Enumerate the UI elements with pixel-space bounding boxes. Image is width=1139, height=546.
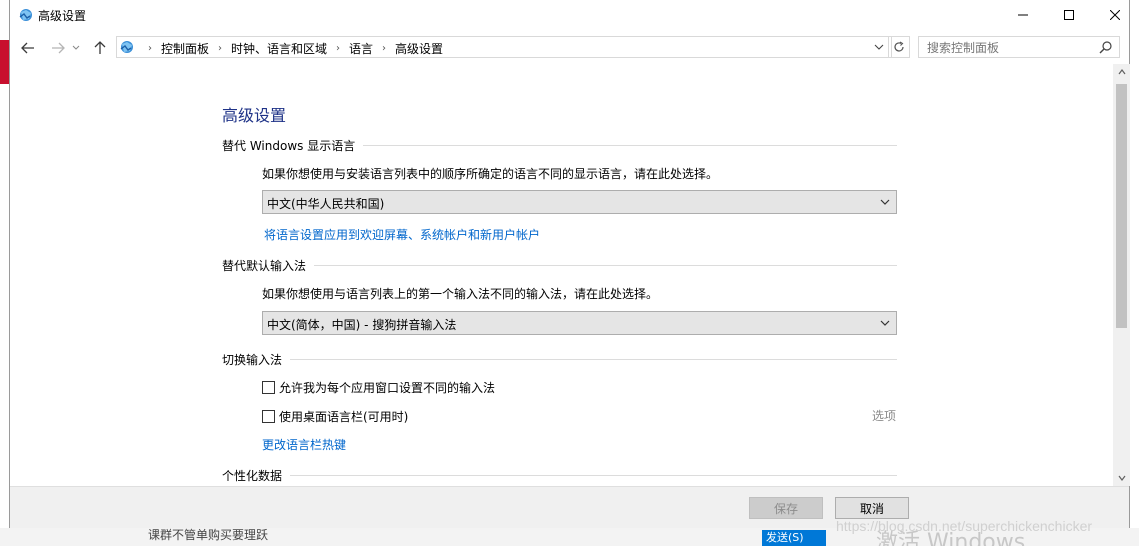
content-area: 高级设置 替代 Windows 显示语言 如果你想使用与安装语言列表中的顺序所确… <box>10 64 1112 486</box>
dropdown-value: 中文(中华人民共和国) <box>267 197 385 211</box>
display-language-dropdown[interactable]: 中文(中华人民共和国) <box>262 190 897 214</box>
section-personalization: 个性化数据 <box>222 467 897 484</box>
breadcrumb-language[interactable]: 语言 <box>349 40 373 57</box>
breadcrumb-advanced-settings[interactable]: 高级设置 <box>395 40 443 57</box>
checkbox-label[interactable]: 使用桌面语言栏(可用时) <box>279 408 408 425</box>
section-display-language: 替代 Windows 显示语言 <box>222 137 897 154</box>
display-language-description: 如果你想使用与安装语言列表中的顺序所确定的语言不同的显示语言，请在此处选择。 <box>262 167 719 181</box>
chevron-down-icon <box>880 196 890 210</box>
section-input-method: 替代默认输入法 <box>222 257 897 274</box>
input-method-dropdown[interactable]: 中文(简体，中国) - 搜狗拼音输入法 <box>262 311 897 335</box>
per-app-input-checkbox[interactable] <box>262 381 275 394</box>
input-method-description: 如果你想使用与语言列表上的第一个输入法不同的输入法，请在此处选择。 <box>262 287 659 301</box>
recent-locations-chevron-icon[interactable] <box>70 38 82 58</box>
section-heading: 替代 Windows 显示语言 <box>222 139 356 153</box>
apply-language-settings-link[interactable]: 将语言设置应用到欢迎屏幕、系统帐户和新用户帐户 <box>264 226 540 243</box>
breadcrumb-separator-icon[interactable]: › <box>382 43 386 54</box>
minimize-button[interactable] <box>1000 0 1046 30</box>
section-switch-input: 切换输入法 <box>222 351 897 368</box>
maximize-button[interactable] <box>1046 0 1092 30</box>
navigation-bar: › 控制面板 › 时钟、语言和区域 › 语言 › 高级设置 <box>10 30 1129 64</box>
control-panel-icon <box>119 39 135 58</box>
language-bar-checkbox-row[interactable]: 使用桌面语言栏(可用时) <box>262 408 408 425</box>
background-app-accent <box>0 40 9 84</box>
section-heading: 切换输入法 <box>222 353 283 367</box>
address-bar[interactable]: › 控制面板 › 时钟、语言和区域 › 语言 › 高级设置 <box>116 36 892 58</box>
scroll-up-arrow-icon[interactable] <box>1113 64 1130 80</box>
section-divider <box>363 145 897 146</box>
up-arrow-icon[interactable] <box>90 38 110 58</box>
save-button[interactable]: 保存 <box>749 497 823 519</box>
background-send-button[interactable]: 发送(S) <box>762 530 826 546</box>
change-hotkeys-link[interactable]: 更改语言栏热键 <box>262 436 346 453</box>
section-divider <box>290 475 897 476</box>
address-dropdown-chevron-icon[interactable] <box>873 40 887 54</box>
section-heading: 个性化数据 <box>222 469 283 483</box>
section-heading: 替代默认输入法 <box>222 259 307 273</box>
cancel-button[interactable]: 取消 <box>835 497 909 519</box>
breadcrumb-separator-icon[interactable]: › <box>218 43 222 54</box>
section-divider <box>290 359 897 360</box>
scrollbar-thumb[interactable] <box>1116 84 1127 328</box>
search-input[interactable] <box>919 37 1104 59</box>
checkbox-label[interactable]: 允许我为每个应用窗口设置不同的输入法 <box>279 379 495 396</box>
search-icon[interactable] <box>1099 40 1113 57</box>
forward-arrow-icon[interactable] <box>48 38 68 58</box>
breadcrumb-separator-icon[interactable]: › <box>148 43 152 54</box>
chevron-down-icon <box>880 317 890 331</box>
language-bar-options-link[interactable]: 选项 <box>872 407 896 424</box>
breadcrumb-control-panel[interactable]: 控制面板 <box>161 40 209 57</box>
window-title: 高级设置 <box>38 9 87 23</box>
per-app-input-checkbox-row[interactable]: 允许我为每个应用窗口设置不同的输入法 <box>262 379 495 396</box>
refresh-icon <box>894 41 904 52</box>
close-button[interactable] <box>1092 0 1138 30</box>
page-title: 高级设置 <box>222 106 287 125</box>
language-bar-checkbox[interactable] <box>262 410 275 423</box>
breadcrumb: › 控制面板 › 时钟、语言和区域 › 语言 › 高级设置 <box>139 40 443 57</box>
advanced-settings-window: 高级设置 › 控制面板 › 时钟、语言和区域 › 语言 › 高级设置 搜索控制面… <box>9 0 1130 528</box>
title-bar[interactable]: 高级设置 <box>10 0 1129 30</box>
breadcrumb-clock-language-region[interactable]: 时钟、语言和区域 <box>231 40 327 57</box>
section-divider <box>314 265 897 266</box>
control-panel-icon <box>18 7 34 23</box>
refresh-button[interactable] <box>888 36 910 58</box>
background-app-text: 课群不管单购买要理跃 <box>148 528 269 542</box>
vertical-scrollbar[interactable] <box>1113 64 1130 486</box>
breadcrumb-separator-icon[interactable]: › <box>336 43 340 54</box>
scroll-down-arrow-icon[interactable] <box>1113 470 1130 486</box>
search-box[interactable] <box>918 36 1120 59</box>
watermark-text: https://blog.csdn.net/superchickenchicke… <box>836 518 1093 534</box>
dropdown-value: 中文(简体，中国) - 搜狗拼音输入法 <box>267 318 457 332</box>
back-arrow-icon[interactable] <box>18 38 38 58</box>
